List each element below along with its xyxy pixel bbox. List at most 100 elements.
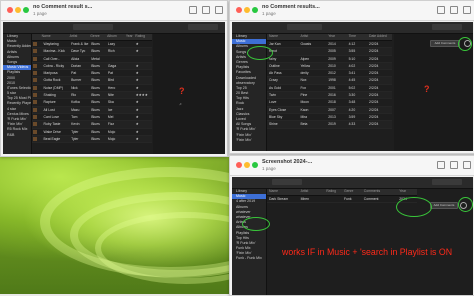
markup-icon[interactable] (450, 6, 458, 14)
sidebar-item[interactable]: Funk - Funk Mix (232, 256, 266, 261)
column-header[interactable]: Name (267, 34, 298, 40)
column-header[interactable]: Genre (342, 189, 362, 195)
playback-controls[interactable] (287, 24, 322, 30)
zoom-icon[interactable] (23, 7, 29, 13)
table-cell: Love (269, 100, 277, 105)
table-cell: ★ (135, 136, 139, 141)
column-header[interactable]: Year (326, 34, 346, 40)
table-row[interactable]: Twin Pine 2016 3:30 2/2/24 (267, 92, 392, 100)
add-comments-button[interactable]: Add Comments (430, 40, 460, 47)
close-icon[interactable] (236, 7, 242, 13)
table-row[interactable]: Wayfaring Frank & Ike Blues Lazy ★ (32, 41, 152, 49)
table-cell: 1998 (328, 78, 336, 83)
sidebar-item[interactable]: 'Fixin Mix' (232, 138, 266, 143)
table-cell: Call Over... (43, 56, 61, 61)
table-cell: Maxima - Kick (43, 49, 65, 54)
playback-controls[interactable] (73, 24, 113, 30)
table-cell: 2/2/24 (369, 71, 379, 76)
table-row[interactable]: Crazy Nox 1998 4:45 2/2/24 (267, 77, 392, 85)
sidebar-item[interactable]: R&B (3, 133, 31, 138)
close-icon[interactable] (236, 162, 242, 168)
share-icon[interactable] (189, 6, 197, 14)
table-row[interactable]: Kmot 2005 3:55 2/2/24 (267, 48, 392, 56)
table-row[interactable]: Dark Stream Miren Funk Comment 2024 (267, 196, 417, 204)
table-row[interactable]: Cant Lose Tom Blues Mel ★ (32, 114, 152, 122)
table-cell: Funk (344, 197, 352, 201)
column-header[interactable]: Artist (299, 189, 325, 195)
search-field[interactable] (432, 24, 462, 30)
preview-window-1: no Comment result s... 1 page Library Mus… (0, 0, 228, 157)
table-header: Name Artist Year Time Date Added (267, 34, 392, 41)
sidebar-item[interactable]: R5 Rock Mix (3, 127, 31, 132)
column-header[interactable]: Artist (68, 34, 89, 40)
column-header[interactable]: Time (347, 34, 367, 40)
app-toolbar (232, 177, 473, 189)
preview-window-2: no Comment results... 1 page Library Musi… (229, 0, 474, 154)
search-icon[interactable] (215, 6, 223, 14)
column-header[interactable]: Year (397, 189, 417, 195)
column-header[interactable]: Comments (362, 189, 398, 195)
highlight-circle (247, 46, 273, 60)
minimize-icon[interactable] (15, 7, 21, 13)
table-cell: Lazy (107, 42, 116, 46)
table-row[interactable]: Beat Eagle Tyler Blues Mojo ★ (32, 135, 152, 144)
add-comments-button[interactable]: Add Comments (430, 202, 458, 209)
table-row[interactable]: Jar Kan Goasts 2014 4:12 2/2/24 (267, 41, 392, 49)
table-cell: Cobra - Ricky (43, 63, 65, 68)
table-row[interactable]: Ruby Taste Kevin Blues Fizz ★ (32, 121, 152, 129)
table-cell: 2012 (328, 71, 336, 76)
zoom-icon[interactable] (252, 7, 258, 13)
zoom-icon[interactable] (252, 162, 258, 168)
table-row[interactable]: Shine Beta 2019 4:33 2/2/24 (267, 121, 392, 129)
table-row[interactable]: Cobra - Ricky Dorian Blues Gaga ★ (32, 62, 152, 71)
table-row[interactable]: Maxima - Kick Dave Tyo Blues Rich ★ (32, 48, 152, 56)
table-row[interactable]: Outline Yellow 2010 4:02 2/2/24 (267, 62, 392, 71)
share-icon[interactable] (437, 161, 445, 169)
column-header[interactable]: Rating (133, 34, 152, 40)
share-icon[interactable] (437, 6, 445, 14)
table-row[interactable]: Eyes Close Kaon 2007 4:20 2/2/24 (267, 106, 392, 114)
search-field[interactable] (432, 179, 462, 185)
table-cell: Tom (71, 114, 78, 119)
table-row[interactable]: Love Moon 2018 3:48 2/2/24 (267, 99, 392, 107)
search-field[interactable] (188, 24, 218, 30)
sidebar-item[interactable]: Recently Added (3, 44, 31, 49)
search-icon[interactable] (463, 6, 471, 14)
table-row[interactable]: Call Over... Alicia Metal (32, 56, 152, 63)
table-cell (124, 129, 133, 135)
column-header[interactable]: Rating (324, 189, 342, 195)
table-row[interactable]: rainy Alpen 2009 5:10 2/2/24 (267, 56, 392, 63)
column-header[interactable]: Album (105, 34, 124, 40)
album-art-thumbnail (33, 129, 37, 134)
minimize-icon[interactable] (244, 162, 250, 168)
markup-icon[interactable] (202, 6, 210, 14)
minimize-icon[interactable] (244, 7, 250, 13)
close-icon[interactable] (7, 7, 13, 13)
table-row[interactable]: Gotta Rock Burner Blues Bird ★ (32, 77, 152, 85)
column-header[interactable]: Year (124, 34, 133, 40)
column-header[interactable]: Name (40, 34, 68, 40)
table-row[interactable]: Blue Sky Mira 2013 3:59 2/2/24 (267, 114, 392, 122)
table-row[interactable]: Ab Pass dmity 2012 3:41 2/2/24 (267, 70, 392, 78)
table-row[interactable]: Rapture Kofka Blues Ska ★ (32, 99, 152, 107)
table-row[interactable]: Shaking Rio Blues Nite ★★★★ (32, 92, 152, 100)
search-icon[interactable] (463, 161, 471, 169)
playback-controls[interactable] (272, 179, 302, 185)
column-header[interactable]: Name (267, 189, 299, 195)
column-header[interactable]: Date Added (367, 34, 392, 40)
table-cell: Fox (300, 85, 307, 90)
sidebar-item[interactable]: Recently Played (3, 101, 31, 106)
album-art-thumbnail (33, 85, 37, 90)
column-header[interactable]: Genre (88, 34, 105, 40)
table-row[interactable]: Wake Drive Tyler Blues Mojo ★ (32, 129, 152, 136)
column-header[interactable] (32, 34, 40, 40)
table-row[interactable]: All Lost Mazu Blues Ice ★ (32, 106, 152, 114)
table-cell: Pat (107, 71, 113, 76)
column-header[interactable]: Artist (298, 34, 326, 40)
markup-icon[interactable] (450, 161, 458, 169)
detail-pane: Add Comments ? (394, 34, 473, 151)
table-row[interactable]: Noise (DMP) Nick Blues Hero ★ (32, 85, 152, 93)
table-row[interactable]: Mariposa Pat Blues Pat ★ (32, 70, 152, 78)
table-cell: Beta (300, 122, 308, 127)
table-row[interactable]: As Gold Fox 2001 5:02 2/2/24 (267, 85, 392, 93)
